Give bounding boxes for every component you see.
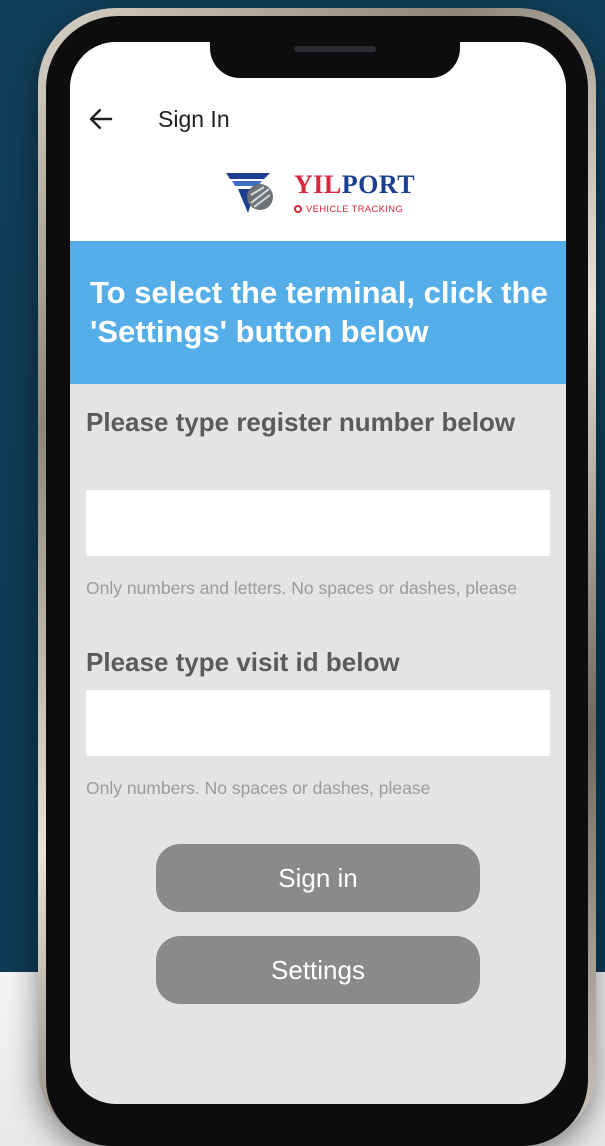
register-number-label: Please type register number below xyxy=(86,407,516,437)
phone-screen: Sign In YILPORT VEHICLE TRACKING To sele… xyxy=(70,42,566,1104)
visit-id-hint: Only numbers. No spaces or dashes, pleas… xyxy=(86,778,431,798)
info-banner: To select the terminal, click the 'Setti… xyxy=(70,241,566,384)
page-title: Sign In xyxy=(158,106,230,132)
visit-id-input[interactable] xyxy=(86,690,550,756)
brand-subtitle: VEHICLE TRACKING xyxy=(294,204,403,215)
speaker-grille xyxy=(294,46,376,52)
target-icon xyxy=(294,205,302,214)
settings-button[interactable]: Settings xyxy=(156,936,480,1004)
register-number-hint: Only numbers and letters. No spaces or d… xyxy=(86,578,517,598)
phone-notch xyxy=(210,20,460,78)
brand-name: YILPORT xyxy=(294,170,416,199)
yilport-emblem-icon xyxy=(226,173,273,213)
visit-id-label: Please type visit id below xyxy=(86,647,400,677)
logo-area: YILPORT VEHICLE TRACKING xyxy=(70,156,566,241)
sign-in-button[interactable]: Sign in xyxy=(156,844,480,912)
register-number-input[interactable] xyxy=(86,490,550,556)
arrow-left-icon[interactable] xyxy=(86,104,116,134)
banner-text: To select the terminal, click the 'Setti… xyxy=(90,275,548,349)
